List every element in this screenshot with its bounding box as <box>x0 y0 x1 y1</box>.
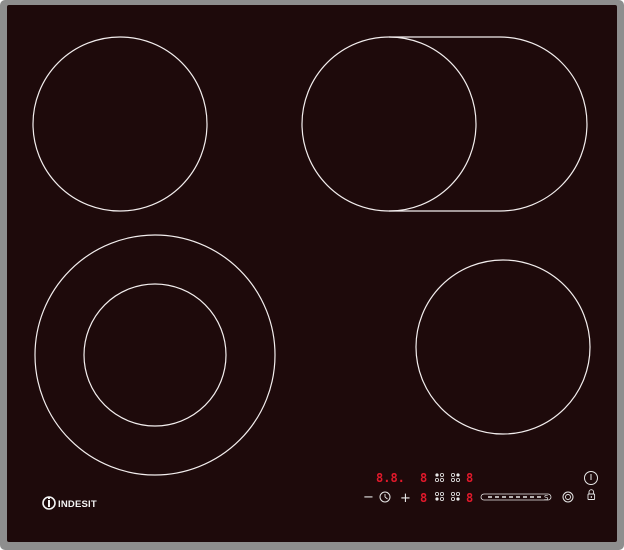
minus-button[interactable]: − <box>363 490 374 505</box>
brand-logo-dot <box>48 497 50 499</box>
plus-button[interactable]: + <box>400 491 411 506</box>
slider-end-label: S <box>544 494 549 502</box>
zone-display-bottom-1: 8 <box>420 491 427 505</box>
brand-logo-stem <box>48 500 50 507</box>
timer-display: 8.8. <box>376 471 405 485</box>
zone-display-top-2: 8 <box>466 471 473 485</box>
brand-name: INDESIT <box>58 499 97 510</box>
zone-display-bottom-2: 8 <box>466 491 473 505</box>
ceramic-hob: INDESIT 8.8. 8 8 − + 8 8 S <box>0 0 624 550</box>
zone-display-top-1: 8 <box>420 471 427 485</box>
